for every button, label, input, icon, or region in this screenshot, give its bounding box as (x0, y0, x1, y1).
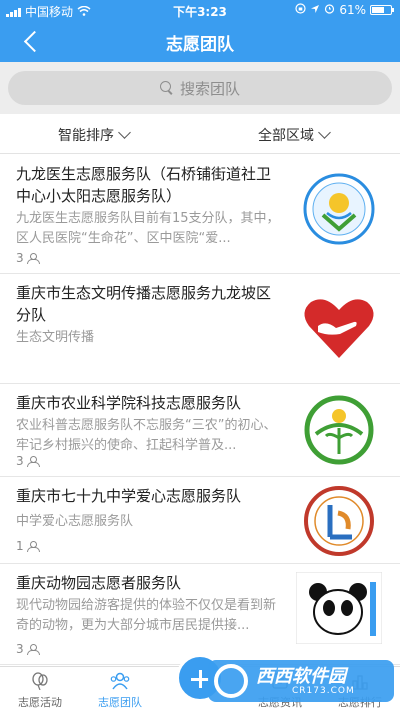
chevron-down-icon (118, 126, 131, 139)
balloon-icon (30, 672, 50, 691)
top-header: 中国移动 下午3:23 61% 志愿团队 (0, 0, 400, 62)
list-item[interactable]: 重庆动物园志愿者服务队 现代动物园给游客提供的体验不仅仅是看到新奇的动物，更为大… (0, 564, 400, 665)
list-item[interactable]: 九龙医生志愿服务队（石桥铺街道社卫中心小太阳志愿服务队） 九龙医生志愿服务队目前… (0, 155, 400, 274)
status-right: 61% (295, 3, 394, 17)
watermark: 西西软件园 CR173.COM (208, 660, 394, 702)
member-count: 3 (16, 251, 40, 265)
team-desc: 生态文明传播 (16, 330, 95, 345)
tab-label: 志愿团队 (98, 696, 142, 709)
search-icon (159, 81, 174, 95)
search-area: 搜索团队 (0, 62, 400, 114)
status-bar: 中国移动 下午3:23 61% (0, 0, 400, 20)
team-desc: 现代动物园给游客提供的体验不仅仅是看到新奇的动物，更为大部分城市居民提供接... (16, 598, 277, 633)
member-count: 1 (16, 539, 40, 553)
lock-rotation-icon (295, 3, 306, 17)
team-title: 重庆市生态文明传播志愿服务九龙坡区分队 (16, 284, 272, 324)
people-icon (26, 644, 40, 655)
people-icon (26, 253, 40, 264)
list-item[interactable]: 重庆市七十九中学爱心志愿服务队 中学爱心志愿服务队 1 (0, 477, 400, 564)
team-title: 重庆市七十九中学爱心志愿服务队 (16, 487, 242, 505)
battery-icon (370, 5, 394, 15)
alarm-icon (324, 3, 335, 17)
team-title: 重庆动物园志愿者服务队 (16, 574, 182, 592)
school-logo (296, 485, 382, 557)
region-label: 全部区域 (258, 128, 314, 144)
member-count: 3 (16, 642, 40, 656)
search-placeholder: 搜索团队 (179, 79, 240, 98)
location-icon (310, 3, 320, 17)
list-item[interactable]: 重庆市生态文明传播志愿服务九龙坡区分队 生态文明传播 (0, 274, 400, 384)
team-desc: 九龙医生志愿服务队目前有15支分队，其中，区人民医院“生命花”、区中医院“爱..… (16, 211, 280, 246)
search-input[interactable]: 搜索团队 (8, 71, 392, 105)
watermark-text: 西西软件园 (256, 666, 346, 687)
region-dropdown[interactable]: 全部区域 (258, 125, 331, 145)
nav-bar: 志愿团队 (0, 20, 400, 62)
team-title: 重庆市农业科学院科技志愿服务队 (16, 394, 242, 412)
heart-hand-logo (296, 292, 382, 364)
page-title: 志愿团队 (166, 35, 234, 55)
chevron-down-icon (318, 126, 331, 139)
member-count: 3 (16, 454, 40, 468)
filter-bar: 智能排序 全部区域 (0, 114, 400, 154)
tab-activities[interactable]: 志愿活动 (0, 667, 80, 710)
panda-logo (295, 571, 383, 645)
team-desc: 中学爱心志愿服务队 (16, 514, 134, 529)
watermark-url: CR173.COM (292, 686, 355, 696)
watermark-logo-icon (214, 664, 248, 698)
team-logo (296, 173, 382, 245)
people-icon (26, 541, 40, 552)
team-title: 九龙医生志愿服务队（石桥铺街道社卫中心小太阳志愿服务队） (16, 165, 272, 205)
people-icon (26, 456, 40, 467)
tab-teams[interactable]: 志愿团队 (80, 667, 160, 710)
agri-science-logo (296, 394, 382, 466)
sort-label: 智能排序 (58, 128, 114, 144)
team-icon (110, 672, 130, 690)
sort-dropdown[interactable]: 智能排序 (58, 125, 131, 145)
team-desc: 农业科普志愿服务队不忘服务“三农”的初心、牢记乡村振兴的使命、扛起科学普及... (16, 418, 277, 453)
list-item[interactable]: 重庆市农业科学院科技志愿服务队 农业科普志愿服务队不忘服务“三农”的初心、牢记乡… (0, 384, 400, 477)
battery-percent: 61% (339, 3, 366, 17)
tab-label: 志愿活动 (18, 696, 62, 709)
